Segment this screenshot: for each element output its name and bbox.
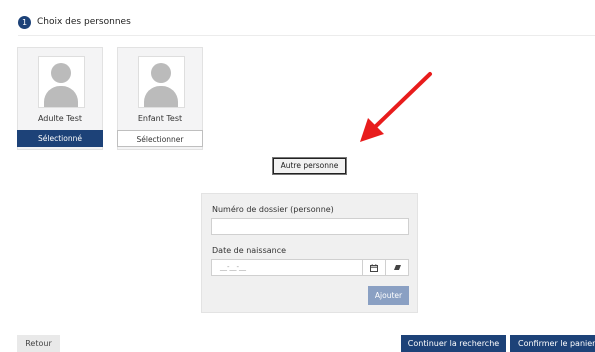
calendar-icon[interactable] bbox=[362, 260, 385, 275]
confirm-cart-button[interactable]: Confirmer le panier bbox=[510, 335, 595, 352]
other-person-button[interactable]: Autre personne bbox=[273, 158, 346, 174]
eraser-icon[interactable] bbox=[385, 260, 408, 275]
person-name: Adulte Test bbox=[37, 114, 83, 123]
step-header: 1 Choix des personnes bbox=[18, 9, 595, 36]
birthdate-label: Date de naissance bbox=[212, 246, 287, 255]
step-title: Choix des personnes bbox=[37, 17, 131, 27]
add-button[interactable]: Ajouter bbox=[368, 286, 409, 305]
avatar-placeholder-icon bbox=[138, 56, 185, 108]
selected-button[interactable]: Sélectionné bbox=[17, 130, 103, 147]
other-person-form: Numéro de dossier (personne) Date de nai… bbox=[201, 193, 418, 313]
file-number-input[interactable] bbox=[211, 218, 409, 235]
file-number-label: Numéro de dossier (personne) bbox=[212, 205, 334, 214]
birthdate-input[interactable]: __-__-__ bbox=[212, 260, 362, 275]
step-number-badge: 1 bbox=[18, 15, 31, 29]
back-button[interactable]: Retour bbox=[17, 335, 60, 352]
person-name: Enfant Test bbox=[137, 114, 183, 123]
person-card-enfant[interactable]: Enfant Test Sélectionner bbox=[117, 47, 203, 150]
select-button[interactable]: Sélectionner bbox=[117, 130, 203, 147]
avatar-placeholder-icon bbox=[38, 56, 85, 108]
person-card-adulte[interactable]: Adulte Test Sélectionné bbox=[17, 47, 103, 150]
continue-search-button[interactable]: Continuer la recherche bbox=[401, 335, 506, 352]
red-arrow-annotation bbox=[360, 72, 432, 142]
birthdate-field: __-__-__ bbox=[211, 259, 409, 276]
